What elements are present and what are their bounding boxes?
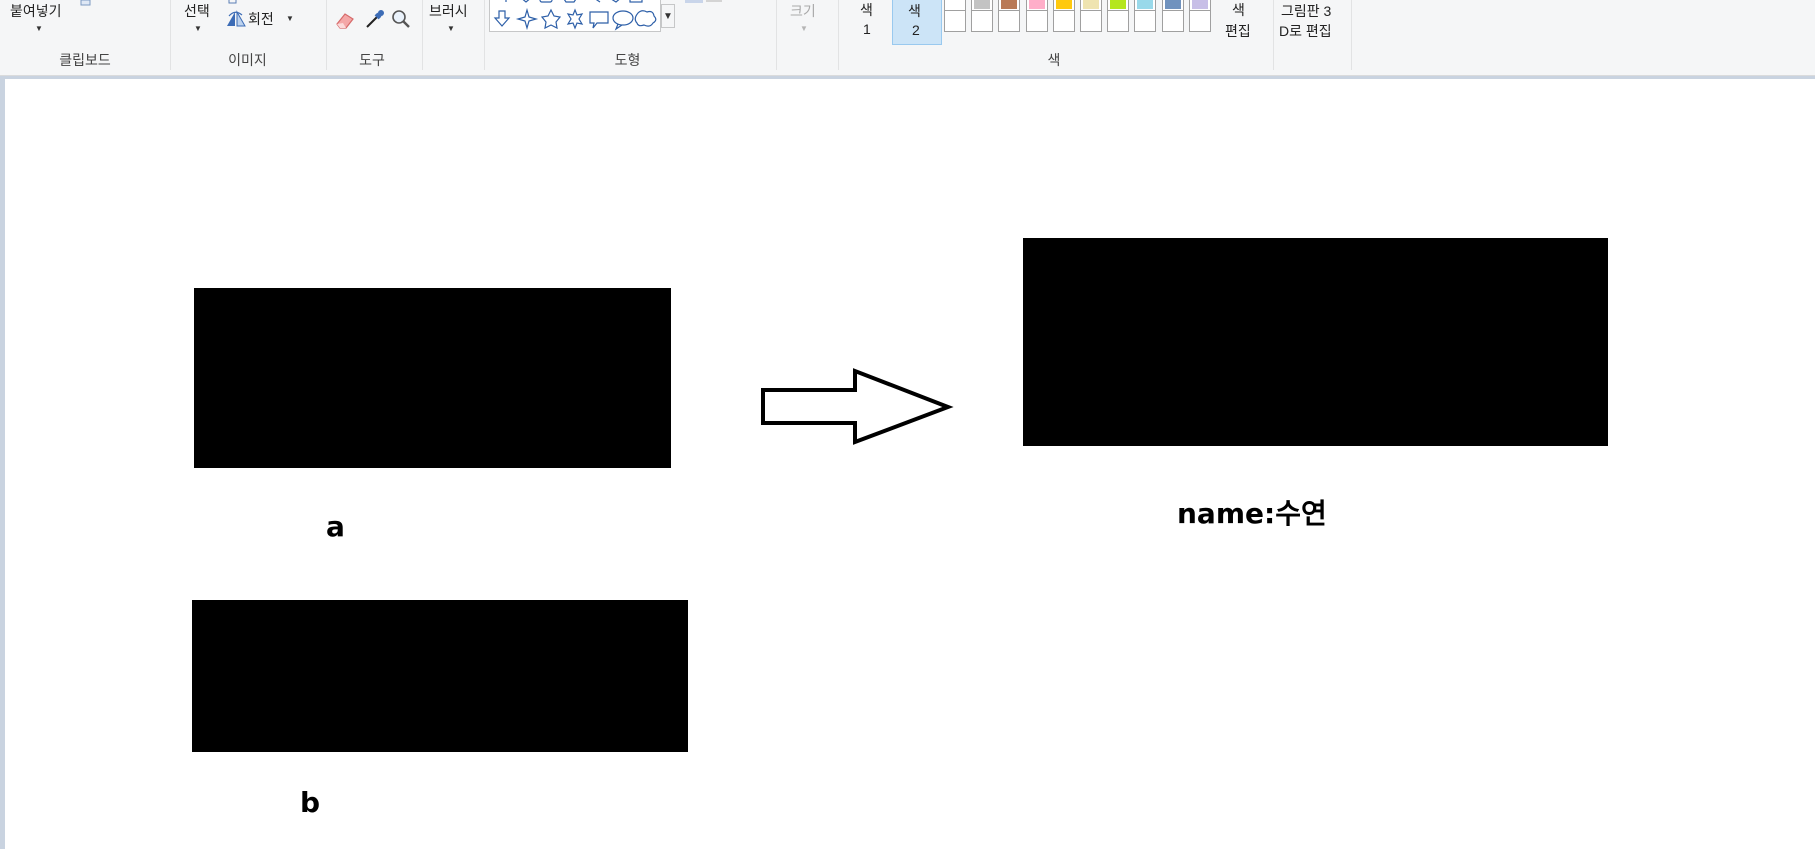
color-swatch[interactable]	[1053, 10, 1075, 32]
edit-colors-label-bottom: 편집	[1225, 23, 1251, 39]
color-swatch-fill	[1192, 13, 1208, 29]
color-swatch[interactable]	[1107, 10, 1129, 32]
color2-button[interactable]: 색 2	[892, 0, 942, 45]
color-swatch-fill	[1192, 0, 1208, 9]
outline-icon[interactable]	[684, 0, 724, 5]
redacted-image-b	[192, 600, 688, 752]
edit-colors-button[interactable]: 색 편집	[1222, 0, 1260, 44]
color-picker-icon[interactable]	[364, 8, 386, 30]
color-swatch-fill	[1056, 13, 1072, 29]
group-separator	[1351, 0, 1352, 70]
size-label: 크기	[790, 3, 816, 19]
paint3d-label-bottom: D로 편집	[1279, 23, 1332, 39]
group-separator	[776, 0, 777, 70]
color-swatch-fill	[1083, 13, 1099, 29]
color-swatch-fill	[1029, 0, 1045, 9]
image-group-label: 이미지	[228, 52, 267, 68]
color-swatch-fill	[1165, 13, 1181, 29]
color2-label-top: 색	[908, 3, 921, 19]
redacted-image-a	[194, 288, 671, 468]
brushes-dropdown-caret[interactable]: ▼	[447, 24, 455, 33]
paste-label: 붙여넣기	[10, 3, 62, 19]
copy-icon[interactable]	[80, 0, 92, 6]
color-swatch-fill	[974, 0, 990, 9]
size-button[interactable]: 크기	[790, 1, 816, 21]
crop-icon[interactable]	[228, 0, 238, 5]
color-swatch-fill	[1001, 13, 1017, 29]
select-dropdown-caret[interactable]: ▼	[194, 24, 202, 33]
canvas-left-border	[0, 79, 5, 849]
color-swatch-fill	[1083, 0, 1099, 9]
shapes-gallery-icons	[493, 0, 657, 31]
group-separator	[326, 0, 327, 70]
color-swatch[interactable]	[1189, 10, 1211, 32]
color-swatch-fill	[1137, 13, 1153, 29]
color-swatch-fill	[1110, 0, 1126, 9]
select-button[interactable]: 선택	[184, 1, 210, 21]
color-swatch[interactable]	[998, 10, 1020, 32]
caption-b: b	[300, 786, 321, 819]
paste-button[interactable]: 붙여넣기	[10, 1, 62, 21]
eraser-icon[interactable]	[334, 10, 356, 30]
right-arrow-shape	[761, 368, 954, 445]
group-separator	[484, 0, 485, 70]
color1-button[interactable]: 색 1	[852, 0, 882, 44]
group-separator	[422, 0, 423, 70]
brushes-label: 브러시	[429, 3, 468, 19]
color2-label-bottom: 2	[912, 22, 920, 38]
redacted-image-result	[1023, 238, 1608, 446]
shapes-gallery-more-button[interactable]: ▼	[661, 4, 675, 28]
brushes-button[interactable]: 브러시	[429, 1, 468, 21]
color-swatch-fill	[1137, 0, 1153, 9]
color-swatch[interactable]	[1162, 10, 1184, 32]
caption-a: a	[326, 510, 345, 543]
color-swatch-fill	[1056, 0, 1072, 9]
caption-name: name:수연	[1177, 497, 1327, 530]
paste-dropdown-caret[interactable]: ▼	[35, 24, 43, 33]
rotate-label: 회전	[248, 11, 274, 27]
color-swatch-fill	[1001, 0, 1017, 9]
paint3d-label-top: 그림판 3	[1281, 3, 1332, 19]
color-swatch[interactable]	[1026, 10, 1048, 32]
color-swatch-fill	[1110, 13, 1126, 29]
clipboard-group-label: 클립보드	[59, 52, 111, 68]
color1-label-bottom: 1	[863, 21, 871, 37]
color-swatch[interactable]	[944, 10, 966, 32]
color1-label-top: 색	[860, 2, 873, 18]
select-label: 선택	[184, 3, 210, 19]
paint-window: 붙여넣기 ▼ 클립보드 선택 ▼ 회전 ▼ 이미지 도구 브러시 ▼ ▼ 도형 …	[0, 0, 1815, 849]
shapes-gallery[interactable]	[489, 0, 661, 32]
color-swatch-fill	[1029, 13, 1045, 29]
edit-with-paint3d-button[interactable]: 그림판 3 D로 편집	[1279, 0, 1349, 44]
size-dropdown-caret[interactable]: ▼	[800, 24, 808, 33]
color-swatch-fill	[947, 0, 963, 9]
edit-colors-label-top: 색	[1232, 2, 1245, 18]
ribbon: 붙여넣기 ▼ 클립보드 선택 ▼ 회전 ▼ 이미지 도구 브러시 ▼ ▼ 도형 …	[0, 0, 1815, 75]
colors-group-label: 색	[1047, 52, 1061, 68]
group-separator	[1273, 0, 1274, 70]
color-swatch[interactable]	[971, 10, 993, 32]
rotate-icon	[227, 10, 246, 27]
rotate-dropdown-caret: ▼	[286, 14, 294, 23]
tools-group-label: 도구	[359, 52, 385, 68]
magnifier-icon[interactable]	[390, 8, 412, 30]
shapes-group-label: 도형	[614, 52, 641, 68]
color-swatch-fill	[947, 13, 963, 29]
group-separator	[170, 0, 171, 70]
color-swatch-fill	[974, 13, 990, 29]
group-separator	[838, 0, 839, 70]
color-swatch-fill	[1165, 0, 1181, 9]
color-swatch[interactable]	[1134, 10, 1156, 32]
color-swatch[interactable]	[1080, 10, 1102, 32]
